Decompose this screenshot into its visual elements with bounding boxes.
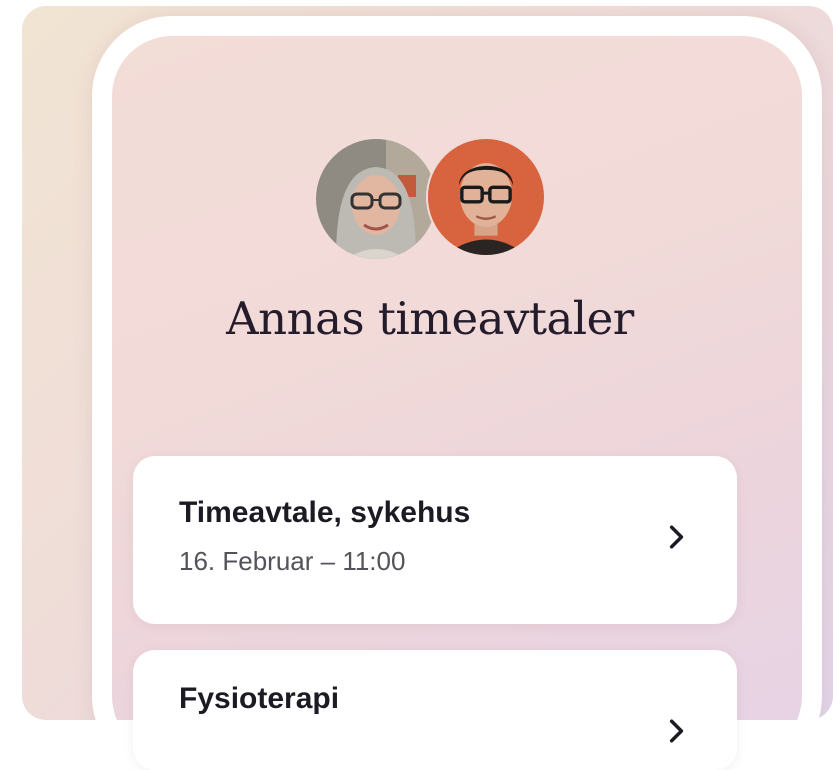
appointment-card[interactable]: Timeavtale, sykehus 16. Februar – 11:00 <box>133 456 737 624</box>
avatar-man <box>426 137 546 257</box>
chevron-right-icon[interactable] <box>663 718 689 744</box>
avatar-group <box>316 137 556 261</box>
appointment-card[interactable]: Fysioterapi <box>133 650 737 770</box>
page-title: Annas timeavtaler <box>226 292 634 345</box>
appointment-title: Fysioterapi <box>179 682 340 715</box>
appointment-title: Timeavtale, sykehus <box>179 496 471 529</box>
appointment-date: 16. Februar – 11:00 <box>179 546 406 576</box>
person-photo-icon <box>428 139 544 255</box>
chevron-right-icon[interactable] <box>663 524 689 550</box>
person-photo-icon <box>316 139 436 259</box>
avatar-anna <box>316 139 436 259</box>
